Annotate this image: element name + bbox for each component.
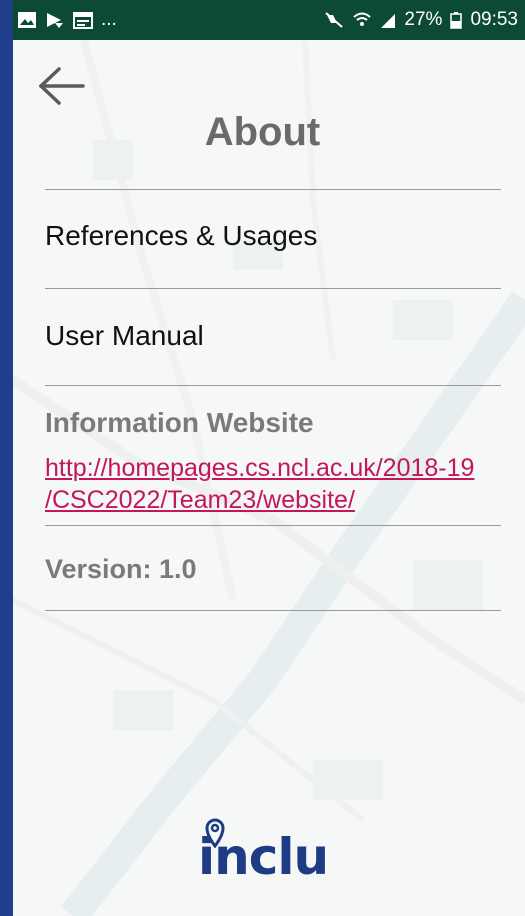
signal-icon (380, 11, 396, 29)
divider (45, 610, 501, 611)
status-bar: ... 27% 09:53 (13, 0, 525, 40)
website-link[interactable]: http://homepages.cs.ncl.ac.uk/2018-19 /C… (45, 452, 515, 516)
divider (45, 525, 501, 526)
website-link-line2: /CSC2022/Team23/website/ (45, 486, 355, 514)
arrow-left-icon (39, 67, 85, 105)
image-icon (17, 11, 37, 29)
divider (45, 189, 501, 190)
references-usages-item[interactable]: References & Usages (45, 220, 501, 252)
app-frame: ... 27% 09:53 About References & Usages … (0, 0, 525, 916)
wifi-icon (352, 11, 372, 29)
clock: 09:53 (470, 9, 518, 30)
about-page: About References & Usages User Manual In… (13, 40, 525, 916)
battery-percent: 27% (404, 9, 443, 30)
inclu-logo: inclu (198, 818, 329, 886)
screen: ... 27% 09:53 About References & Usages … (13, 0, 525, 916)
device-edge (0, 0, 13, 916)
location-pin-icon (205, 818, 225, 848)
user-manual-item[interactable]: User Manual (45, 320, 501, 352)
cast-icon (45, 11, 65, 29)
calendar-icon (73, 11, 93, 29)
battery-icon (450, 11, 463, 29)
page-title: About (204, 110, 321, 154)
status-right: 27% 09:53 (324, 9, 518, 31)
divider (45, 385, 501, 386)
website-link-line1: http://homepages.cs.ncl.ac.uk/2018-19 (45, 454, 475, 482)
information-website-heading: Information Website (45, 407, 314, 438)
back-button[interactable] (36, 64, 86, 108)
status-left: ... (17, 9, 117, 31)
notification-overflow: ... (101, 9, 117, 30)
version-label: Version: 1.0 (45, 554, 197, 584)
mute-icon (324, 11, 344, 29)
divider (45, 288, 501, 289)
